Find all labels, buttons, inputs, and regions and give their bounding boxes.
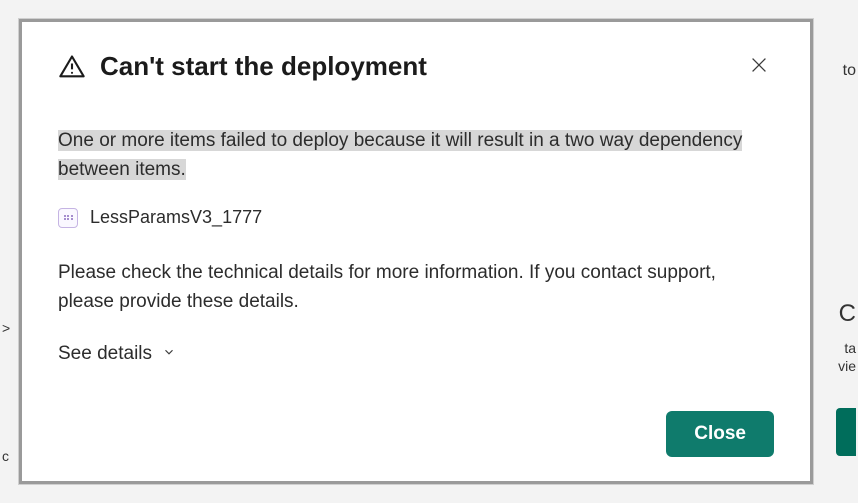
error-message: One or more items failed to deploy becau…	[58, 127, 774, 184]
failed-item-row: LessParamsV3_1777	[58, 204, 774, 231]
dialog-footer: Close	[58, 411, 774, 457]
dialog-header: Can't start the deployment	[58, 50, 774, 83]
bg-text: >	[2, 320, 10, 336]
failed-item-name: LessParamsV3_1777	[90, 204, 262, 231]
see-details-toggle[interactable]: See details	[58, 343, 176, 365]
bg-button-fragment	[836, 408, 856, 456]
dialog-title-wrap: Can't start the deployment	[58, 51, 427, 82]
bg-text: C	[839, 300, 856, 328]
close-icon	[748, 54, 770, 79]
see-details-label: See details	[58, 343, 152, 365]
close-button[interactable]: Close	[666, 411, 774, 457]
dialog-body: One or more items failed to deploy becau…	[58, 127, 774, 399]
warning-icon	[58, 53, 86, 81]
bg-text: c	[2, 448, 9, 464]
error-dialog: Can't start the deployment One or more i…	[19, 19, 813, 484]
bg-text: to	[843, 62, 856, 80]
bg-text: ta	[844, 340, 856, 356]
close-icon-button[interactable]	[744, 50, 774, 83]
dialog-title: Can't start the deployment	[100, 51, 427, 82]
error-message-text: One or more items failed to deploy becau…	[58, 130, 742, 180]
chevron-down-icon	[162, 343, 176, 365]
bg-text: vie	[838, 358, 856, 374]
dataset-icon	[58, 208, 78, 228]
guidance-text: Please check the technical details for m…	[58, 259, 774, 316]
